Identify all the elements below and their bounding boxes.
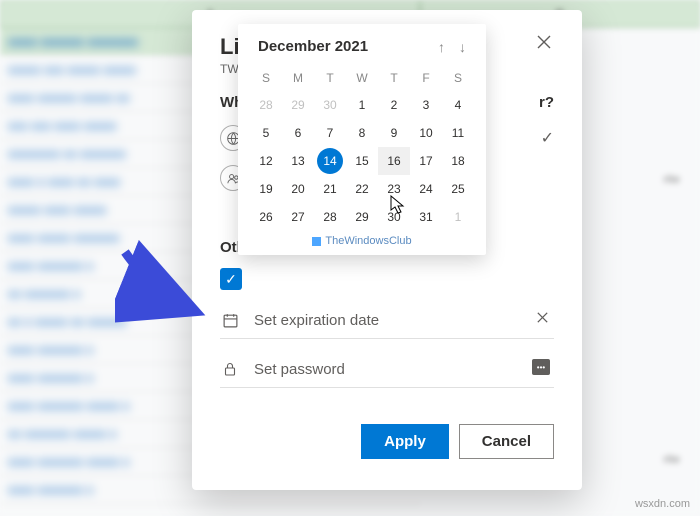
calendar-day[interactable]: 28 <box>250 91 282 119</box>
calendar-dow: M <box>282 65 314 91</box>
calendar-day[interactable]: 9 <box>378 119 410 147</box>
cancel-button[interactable]: Cancel <box>459 424 554 459</box>
allow-editing-checkbox[interactable]: ✓ <box>220 268 554 290</box>
calendar-day[interactable]: 14 <box>314 147 346 175</box>
calendar-day[interactable]: 4 <box>442 91 474 119</box>
calendar-day[interactable]: 6 <box>282 119 314 147</box>
password-field[interactable]: Set password ••• <box>220 359 554 388</box>
calendar-day[interactable]: 21 <box>314 175 346 203</box>
calendar-day[interactable]: 13 <box>282 147 314 175</box>
calendar-day[interactable]: 5 <box>250 119 282 147</box>
calendar-icon <box>220 310 240 330</box>
calendar-day[interactable]: 15 <box>346 147 378 175</box>
calendar-day[interactable]: 24 <box>410 175 442 203</box>
expiration-date-field[interactable]: Set expiration date <box>220 310 554 339</box>
calendar-day[interactable]: 26 <box>250 203 282 231</box>
annotation-arrow <box>115 240 215 330</box>
calendar-day[interactable]: 3 <box>410 91 442 119</box>
calendar-day[interactable]: 19 <box>250 175 282 203</box>
calendar-day[interactable]: 1 <box>346 91 378 119</box>
watermark: TheWindowsClub <box>250 231 474 247</box>
calendar-dow: W <box>346 65 378 91</box>
calendar-day[interactable]: 2 <box>378 91 410 119</box>
calendar-day[interactable]: 23 <box>378 175 410 203</box>
cell-text: rite <box>663 452 680 466</box>
calendar-day[interactable]: 1 <box>442 203 474 231</box>
calendar-day[interactable]: 30 <box>314 91 346 119</box>
date-picker: December 2021 ↑ ↓ SMTWTFS282930123456789… <box>238 24 486 255</box>
calendar-day[interactable]: 11 <box>442 119 474 147</box>
page-watermark: wsxdn.com <box>635 498 690 510</box>
apply-button[interactable]: Apply <box>361 424 449 459</box>
prev-month-icon[interactable]: ↑ <box>438 39 445 55</box>
calendar-day[interactable]: 8 <box>346 119 378 147</box>
calendar-day[interactable]: 28 <box>314 203 346 231</box>
calendar-day[interactable]: 31 <box>410 203 442 231</box>
calendar-dow: T <box>314 65 346 91</box>
calendar-day[interactable]: 27 <box>282 203 314 231</box>
calendar-day[interactable]: 22 <box>346 175 378 203</box>
checkbox-checked-icon: ✓ <box>220 268 242 290</box>
calendar-dow: T <box>378 65 410 91</box>
calendar-month-title[interactable]: December 2021 <box>258 38 368 55</box>
clear-icon[interactable] <box>535 310 550 330</box>
calendar-day[interactable]: 10 <box>410 119 442 147</box>
password-reveal-icon[interactable]: ••• <box>532 359 550 375</box>
password-label: Set password <box>254 361 345 378</box>
calendar-dow: S <box>442 65 474 91</box>
lock-icon <box>220 359 240 379</box>
checkmark-icon: ✓ <box>541 128 554 148</box>
calendar-day[interactable]: 25 <box>442 175 474 203</box>
calendar-day[interactable]: 18 <box>442 147 474 175</box>
cell-text: rite <box>663 172 680 186</box>
calendar-day[interactable]: 7 <box>314 119 346 147</box>
calendar-day[interactable]: 29 <box>346 203 378 231</box>
calendar-day[interactable]: 17 <box>410 147 442 175</box>
next-month-icon[interactable]: ↓ <box>459 39 466 55</box>
calendar-day[interactable]: 12 <box>250 147 282 175</box>
calendar-day[interactable]: 30 <box>378 203 410 231</box>
calendar-dow: S <box>250 65 282 91</box>
calendar-dow: F <box>410 65 442 91</box>
calendar-day[interactable]: 20 <box>282 175 314 203</box>
close-icon[interactable] <box>536 34 556 54</box>
calendar-day[interactable]: 16 <box>378 147 410 175</box>
calendar-day[interactable]: 29 <box>282 91 314 119</box>
expiration-label: Set expiration date <box>254 312 379 329</box>
